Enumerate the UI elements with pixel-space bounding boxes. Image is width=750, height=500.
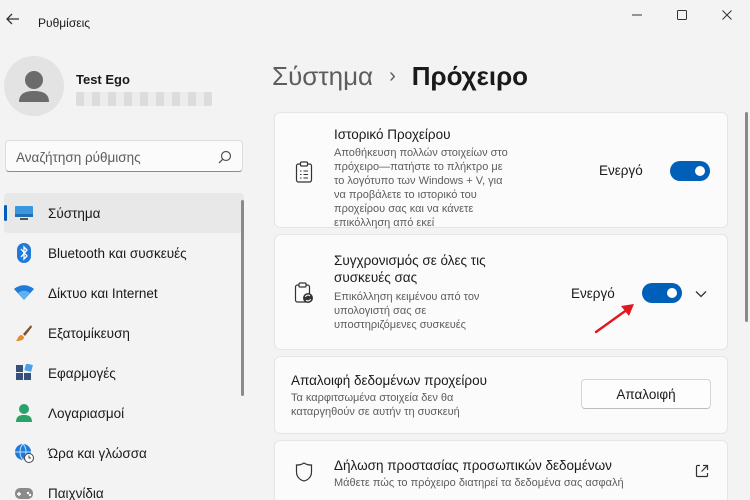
sidebar-item-accounts[interactable]: Λογαριασμοί — [4, 393, 244, 433]
sidebar-item-label: Δίκτυο και Internet — [48, 285, 158, 301]
toggle-state-label: Ενεργό — [599, 163, 643, 178]
shield-icon — [293, 461, 315, 483]
sidebar-item-label: Ώρα και γλώσσα — [48, 445, 147, 461]
wifi-icon — [14, 283, 34, 303]
clipboard-history-toggle[interactable] — [670, 161, 710, 181]
active-indicator — [4, 205, 7, 221]
desc-line: υπολογιστή σας σε — [334, 305, 427, 317]
sidebar-item-network[interactable]: Δίκτυο και Internet — [4, 273, 244, 313]
desc-line: επικόλληση από εκεί — [334, 217, 435, 229]
breadcrumb-separator: › — [389, 64, 396, 87]
content-scrollbar[interactable] — [745, 112, 748, 322]
back-button[interactable] — [0, 6, 26, 32]
person-icon — [19, 71, 49, 102]
sync-devices-toggle[interactable] — [642, 283, 682, 303]
apps-icon — [14, 363, 34, 383]
title-bar: Ρυθμίσεις — [0, 0, 750, 34]
desc-line: να προβάλετε το ιστορικό του — [334, 189, 477, 201]
sync-devices-card: Συγχρονισμός σε όλες τις συσκευές σας Επ… — [274, 234, 728, 350]
sidebar-item-personalization[interactable]: Εξατομίκευση — [4, 313, 244, 353]
card-description: Τα καρφιτσωμένα στοιχεία δεν θα καταργηθ… — [291, 391, 511, 419]
avatar[interactable] — [4, 56, 64, 116]
close-button[interactable] — [712, 4, 742, 26]
sidebar-item-bluetooth[interactable]: Bluetooth και συσκευές — [4, 233, 244, 273]
card-title: Απαλοιφή δεδομένων προχείρου — [291, 373, 487, 388]
clear-clipboard-card: Απαλοιφή δεδομένων προχείρου Τα καρφιτσω… — [274, 356, 728, 434]
desc-line: Επικόλληση κειμένου από τον — [334, 291, 480, 303]
user-email-redacted — [76, 92, 212, 106]
search-input[interactable]: Αναζήτηση ρύθμισης — [5, 140, 243, 172]
desc-line: προχείρου σας και να κάνετε — [334, 203, 474, 215]
system-icon — [14, 203, 34, 223]
sidebar-nav: Σύστημα Bluetooth και συσκευές Δίκτυο κα… — [4, 193, 244, 500]
arrow-left-icon — [6, 13, 19, 25]
desc-line: Τα καρφιτσωμένα στοιχεία δεν θα — [291, 392, 454, 404]
minimize-icon — [632, 14, 642, 16]
sidebar-item-system[interactable]: Σύστημα — [4, 193, 244, 233]
clipboard-list-icon — [293, 161, 315, 183]
sidebar-item-time-language[interactable]: Ώρα και γλώσσα — [4, 433, 244, 473]
title-line: Συγχρονισμός σε όλες τις — [334, 253, 486, 268]
breadcrumb: Σύστημα › Πρόχειρο — [272, 58, 528, 94]
sidebar-item-gaming[interactable]: Παιχνίδια — [4, 473, 244, 500]
globe-clock-icon — [14, 443, 34, 463]
card-description: Μάθετε πώς το πρόχειρο διατηρεί τα δεδομ… — [334, 477, 624, 489]
desc-line: υποστηριζόμενες συσκευές — [334, 319, 466, 331]
bluetooth-icon — [14, 243, 34, 263]
sidebar-item-label: Εφαρμογές — [48, 365, 116, 381]
card-description: Αποθήκευση πολλών στοιχείων στο πρόχειρο… — [334, 146, 544, 230]
title-line: συσκευές σας — [334, 270, 418, 285]
card-description: Επικόλληση κειμένου από τον υπολογιστή σ… — [334, 290, 534, 332]
desc-line: το λογότυπο των Windows + V, για — [334, 175, 503, 187]
sidebar-item-label: Λογαριασμοί — [48, 405, 125, 421]
clipboard-sync-icon — [293, 282, 315, 304]
sidebar-item-label: Bluetooth και συσκευές — [48, 245, 187, 261]
breadcrumb-parent[interactable]: Σύστημα — [272, 61, 373, 92]
desc-line: καταργηθούν σε αυτήν τη συσκευή — [291, 406, 460, 418]
clear-button[interactable]: Απαλοιφή — [581, 379, 711, 409]
sidebar-item-label: Παιχνίδια — [48, 485, 104, 500]
user-name: Test Ego — [76, 72, 130, 87]
close-icon — [722, 10, 732, 20]
chevron-down-icon[interactable] — [693, 286, 709, 302]
annotation-arrow — [594, 304, 634, 334]
card-title: Ιστορικό Προχείρου — [334, 127, 451, 142]
sidebar-item-label: Εξατομίκευση — [48, 325, 130, 341]
card-title: Δήλωση προστασίας προσωπικών δεδομένων — [334, 458, 612, 473]
card-title: Συγχρονισμός σε όλες τις συσκευές σας — [334, 252, 486, 286]
maximize-icon — [677, 10, 687, 20]
desc-line: Αποθήκευση πολλών στοιχείων στο — [334, 147, 508, 159]
sidebar-item-apps[interactable]: Εφαρμογές — [4, 353, 244, 393]
clipboard-history-card: Ιστορικό Προχείρου Αποθήκευση πολλών στο… — [274, 112, 728, 230]
toggle-state-label: Ενεργό — [571, 286, 615, 301]
external-link-icon — [694, 463, 710, 479]
maximize-button[interactable] — [667, 4, 697, 26]
search-placeholder: Αναζήτηση ρύθμισης — [16, 150, 141, 165]
gamepad-icon — [14, 483, 34, 500]
brush-icon — [14, 323, 34, 343]
search-icon — [218, 150, 232, 164]
minimize-button[interactable] — [622, 4, 652, 26]
privacy-statement-card[interactable]: Δήλωση προστασίας προσωπικών δεδομένων Μ… — [274, 440, 728, 500]
person-icon — [14, 403, 34, 423]
app-title: Ρυθμίσεις — [38, 16, 91, 30]
desc-line: πρόχειρο—πατήστε το πλήκτρο με — [334, 161, 503, 173]
sidebar-item-label: Σύστημα — [48, 205, 101, 221]
sidebar-scrollbar[interactable] — [241, 200, 244, 396]
page-title: Πρόχειρο — [411, 60, 529, 91]
